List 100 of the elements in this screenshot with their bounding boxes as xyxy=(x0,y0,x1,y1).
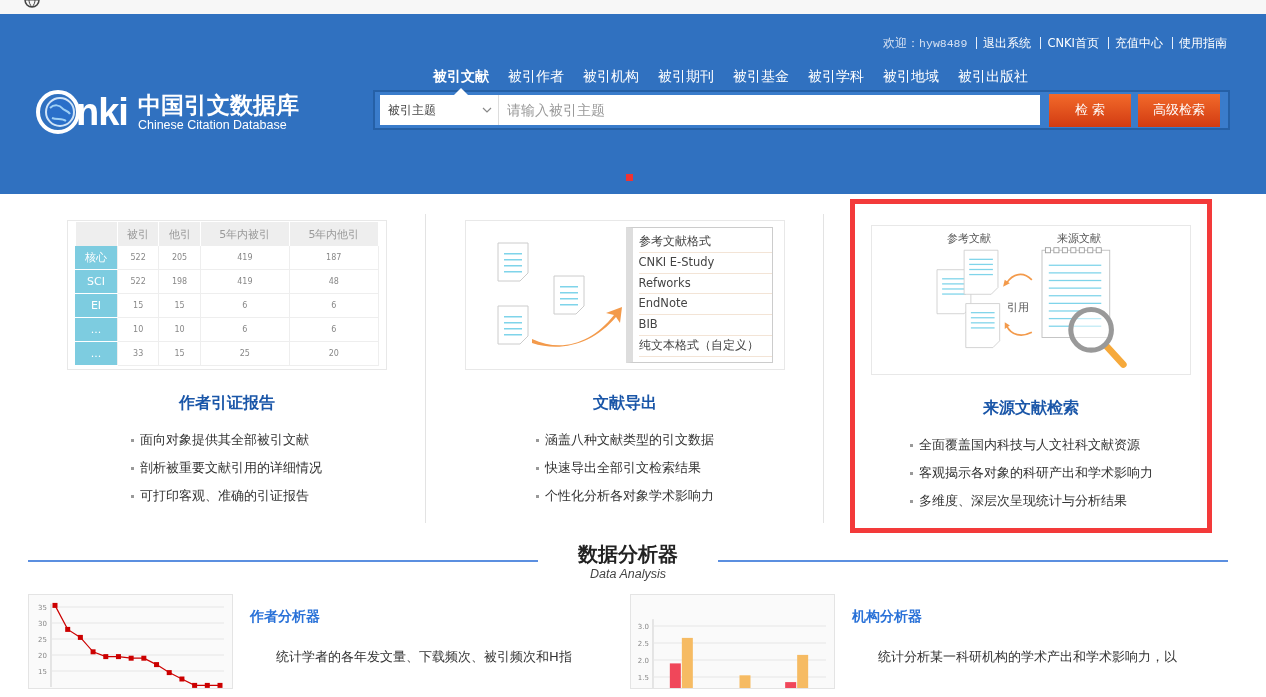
format-item: Refworks xyxy=(638,273,772,295)
bullet-icon xyxy=(909,443,913,447)
data-point xyxy=(115,654,121,660)
table-cell: 419 xyxy=(200,246,290,270)
bullet-icon xyxy=(535,494,539,498)
table-cell: 522 xyxy=(117,246,159,270)
format-item: EndNote xyxy=(638,294,772,316)
bullet-icon xyxy=(131,466,134,470)
data-point xyxy=(141,655,147,661)
table-cell: 522 xyxy=(117,269,159,294)
data-point xyxy=(77,634,83,640)
table-cell: 15 xyxy=(117,293,159,318)
section-subtitle: Data Analysis xyxy=(589,567,667,581)
table-cell: 419 xyxy=(200,269,290,294)
welcome-text: 欢迎：hyw8489 xyxy=(883,35,968,51)
table-cell: 6 xyxy=(289,317,378,342)
column-header: 他引 xyxy=(158,222,201,246)
feature-title[interactable]: 作者引证报告 xyxy=(178,392,275,414)
feature-point: 全面覆盖国内科技与人文社科文献资源 xyxy=(918,436,1140,454)
chart-bar xyxy=(739,675,751,688)
data-point xyxy=(128,655,134,661)
row-header: EI xyxy=(75,293,118,318)
table-cell: 25 xyxy=(200,341,290,366)
magnifier-icon xyxy=(1068,306,1127,368)
feature-title[interactable]: 文献导出 xyxy=(592,392,657,414)
data-point xyxy=(52,602,58,608)
bullet-icon xyxy=(909,499,913,503)
nav-tab[interactable]: 被引文献 xyxy=(433,62,489,92)
format-item: 纯文本格式（自定义） xyxy=(638,336,772,357)
document-icon xyxy=(963,249,999,295)
data-point xyxy=(192,682,198,688)
table-cell: 6 xyxy=(200,317,290,342)
data-point xyxy=(90,649,96,655)
format-item: BIB xyxy=(638,315,772,336)
column-header: 5年内他引 xyxy=(289,222,378,246)
header-link[interactable]: 使用指南 xyxy=(1179,35,1227,51)
nav-tab[interactable]: 被引期刊 xyxy=(658,62,714,92)
format-item: 参考文献格式 xyxy=(638,232,772,253)
feature-point: 快速导出全部引文检索结果 xyxy=(544,459,701,477)
data-point xyxy=(179,676,185,682)
table-cell: 205 xyxy=(158,246,201,270)
arrow-icon xyxy=(531,307,622,347)
analyzer-description: 统计学者的各年发文量、下载频次、被引频次和H指 xyxy=(275,648,573,666)
analyzer-title[interactable]: 机构分析器 xyxy=(852,608,1232,626)
data-point xyxy=(204,682,210,688)
table-cell: 10 xyxy=(158,317,201,342)
nav-tab[interactable]: 被引作者 xyxy=(508,62,564,92)
header-link[interactable]: 退出系统 xyxy=(983,35,1032,51)
illustration-label: 参考文献 xyxy=(947,231,991,246)
nav-tab[interactable]: 被引地域 xyxy=(883,62,939,92)
nav-tab[interactable]: 被引学科 xyxy=(808,62,864,92)
feature-title[interactable]: 来源文献检索 xyxy=(983,397,1079,419)
document-icon xyxy=(965,303,1001,349)
arrow-icon xyxy=(1003,273,1033,336)
column-header: 被引 xyxy=(117,222,159,246)
document-icon xyxy=(497,242,528,282)
bullet-icon xyxy=(131,494,134,498)
row-header: 核心 xyxy=(75,246,118,270)
table-cell: 15 xyxy=(158,341,201,366)
analyzer-title[interactable]: 作者分析器 xyxy=(250,608,630,626)
section-title: 数据分析器 xyxy=(577,541,679,567)
search-button[interactable]: 检 索 xyxy=(1049,93,1131,127)
bullet-icon xyxy=(535,466,539,470)
bullet-icon xyxy=(131,438,134,442)
format-item: CNKI E-Study xyxy=(638,252,772,274)
table-cell: 33 xyxy=(117,341,159,366)
caret-icon xyxy=(482,107,492,113)
advanced-search-button[interactable]: 高级检索 xyxy=(1138,93,1220,127)
illustration-label: 来源文献 xyxy=(1057,231,1101,246)
nav-tab[interactable]: 被引基金 xyxy=(733,62,789,92)
data-point xyxy=(217,682,223,688)
analyzer-description: 统计分析某一科研机构的学术产出和学术影响力，以 xyxy=(877,648,1178,666)
logo-subtitle: Chinese Citation Database xyxy=(137,117,288,133)
document-icon xyxy=(553,275,584,315)
nav-tab[interactable]: 被引机构 xyxy=(583,62,639,92)
table-cell: 10 xyxy=(117,317,159,342)
table-cell: 187 xyxy=(289,246,378,270)
row-header: SCI xyxy=(75,269,118,294)
logo-title: 中国引文数据库 xyxy=(137,91,299,118)
header-link[interactable]: CNKI首页 xyxy=(1047,35,1099,51)
data-point xyxy=(65,626,71,632)
scope-dropdown[interactable]: 被引主题 xyxy=(380,95,499,125)
data-point xyxy=(166,670,172,676)
table-cell: 48 xyxy=(289,269,378,294)
feature-point: 客观揭示各对象的科研产出和学术影响力 xyxy=(918,464,1153,482)
bullet-icon xyxy=(909,471,913,475)
illustration-label: 引用 xyxy=(1007,300,1029,315)
data-point xyxy=(103,654,109,660)
data-point xyxy=(154,662,160,668)
document-icon xyxy=(497,305,528,345)
header-link[interactable]: 充值中心 xyxy=(1115,35,1163,51)
feature-point: 个性化分析各对象学术影响力 xyxy=(544,487,714,505)
feature-point: 剖析被重要文献引用的详细情况 xyxy=(140,459,322,477)
table-cell: 20 xyxy=(289,341,378,366)
feature-point: 涵盖八种文献类型的引文数据 xyxy=(544,431,714,449)
row-header: ... xyxy=(75,317,118,342)
search-field[interactable]: 请输入被引主题 xyxy=(499,95,1040,125)
nav-tab[interactable]: 被引出版社 xyxy=(958,62,1028,92)
table-cell: 198 xyxy=(158,269,201,294)
column-header: 5年内被引 xyxy=(200,222,290,246)
